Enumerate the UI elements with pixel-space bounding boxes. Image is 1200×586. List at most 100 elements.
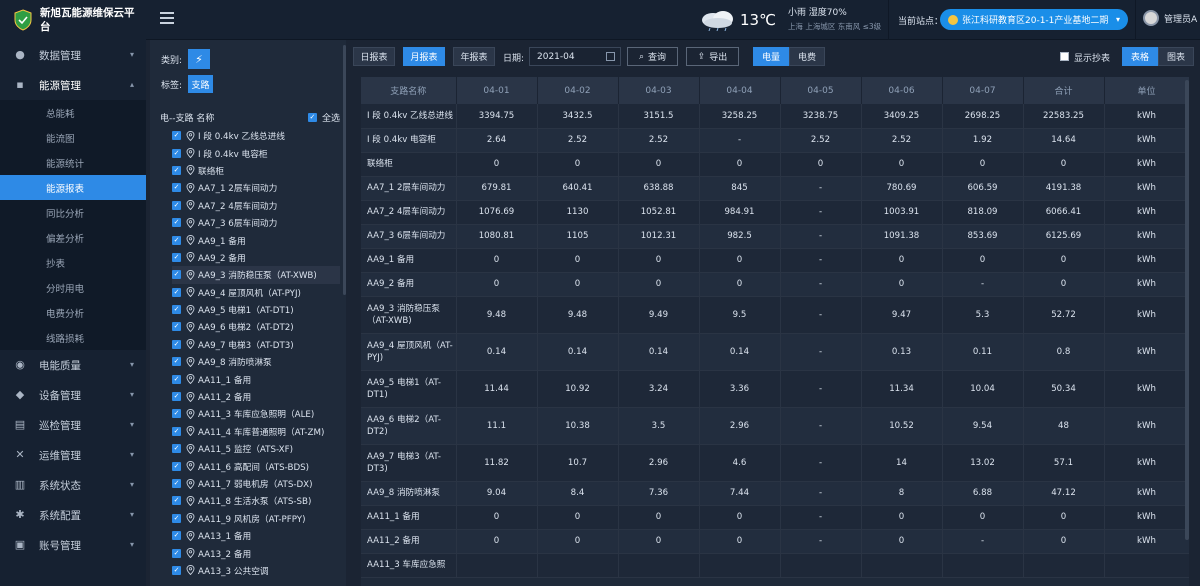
location-pin-icon (186, 252, 195, 263)
electric-type-button[interactable]: ⚡ (188, 49, 211, 69)
sidebar-item-ops[interactable]: ✕ 运维管理 ▾ (0, 440, 146, 470)
checkbox-checked-icon[interactable]: ✓ (172, 548, 181, 558)
value-cell: 0.14 (456, 333, 538, 371)
checkbox-checked-icon[interactable]: ✓ (172, 252, 181, 262)
tree-item[interactable]: ✓ AA9_4 屋顶风机（AT-PYJ) (172, 284, 340, 301)
sidebar-item-energy[interactable]: ▪ 能源管理 ▴ (0, 70, 146, 100)
checkbox-checked-icon[interactable]: ✓ (172, 322, 181, 332)
checkbox-checked-icon[interactable]: ✓ (172, 531, 181, 541)
sidebar-subitem-stats[interactable]: 能源统计 (0, 150, 146, 175)
checkbox-checked-icon[interactable]: ✓ (172, 409, 181, 419)
sidebar-item-status[interactable]: ▥ 系统状态 ▾ (0, 470, 146, 500)
checkbox-checked-icon[interactable]: ✓ (307, 112, 317, 122)
tree-item[interactable]: ✓ AA7_1 2层车间动力 (172, 179, 340, 196)
sidebar-subitem-loss[interactable]: 线路损耗 (0, 325, 146, 350)
checkbox-checked-icon[interactable]: ✓ (172, 287, 181, 297)
checkbox-checked-icon[interactable]: ✓ (172, 148, 181, 158)
checkbox-checked-icon[interactable]: ✓ (172, 392, 181, 402)
sidebar-subitem-yoy[interactable]: 同比分析 (0, 200, 146, 225)
value-cell: 1052.81 (618, 200, 700, 225)
site-select[interactable]: 张江科研教育区20-1-1产业基地二期 ▾ (940, 9, 1128, 30)
tree-item[interactable]: ✓ AA13_1 备用 (172, 527, 340, 544)
sidebar-item-data[interactable]: ● 数据管理 ▾ (0, 40, 146, 70)
show-reading-checkbox[interactable] (1060, 52, 1069, 61)
table-view-tab[interactable]: 表格 (1122, 47, 1158, 66)
tree-item[interactable]: ✓ AA9_8 消防喷淋泵 (172, 353, 340, 370)
tree-item[interactable]: ✓ AA11_4 车库普通照明（AT-ZM) (172, 423, 340, 440)
checkbox-checked-icon[interactable]: ✓ (172, 218, 181, 228)
table-scrollbar[interactable] (1185, 80, 1189, 540)
tree-item[interactable]: ✓ I 段 0.4kv 乙线总进线 (172, 127, 340, 144)
checkbox-checked-icon[interactable]: ✓ (172, 374, 181, 384)
tree-item[interactable]: ✓ AA9_6 电梯2（AT-DT2) (172, 318, 340, 335)
tree-item[interactable]: ✓ AA11_7 弱电机房（ATS-DX) (172, 475, 340, 492)
tree-item[interactable]: ✓ AA9_3 消防稳压泵（AT-XWB) (172, 266, 340, 284)
tree-item[interactable]: ✓ AA9_2 备用 (172, 249, 340, 266)
checkbox-checked-icon[interactable]: ✓ (172, 513, 181, 523)
date-picker[interactable]: 2021-04 (529, 47, 621, 66)
checkbox-checked-icon[interactable]: ✓ (172, 165, 181, 175)
checkbox-checked-icon[interactable]: ✓ (172, 357, 181, 367)
checkbox-checked-icon[interactable]: ✓ (172, 461, 181, 471)
value-cell: 10.04 (942, 370, 1024, 408)
value-cell: - (780, 272, 862, 297)
checkbox-checked-icon[interactable]: ✓ (172, 183, 181, 193)
tree-item[interactable]: ✓ AA7_3 6层车间动力 (172, 214, 340, 231)
sidebar-item-inspection[interactable]: ▤ 巡检管理 ▾ (0, 410, 146, 440)
power-tab[interactable]: 电量 (753, 47, 789, 66)
tag-branch-button[interactable]: 支路 (188, 75, 214, 93)
checkbox-checked-icon[interactable]: ✓ (172, 479, 181, 488)
chart-view-tab[interactable]: 图表 (1158, 47, 1194, 66)
month-report-button[interactable]: 月报表 (403, 47, 445, 66)
tree-item[interactable]: ✓ 联络柜 (172, 162, 340, 179)
tree-item[interactable]: ✓ AA7_2 4层车间动力 (172, 197, 340, 214)
checkbox-checked-icon[interactable]: ✓ (172, 305, 181, 315)
tree-item[interactable]: ✓ AA11_1 备用 (172, 370, 340, 387)
sidebar-subitem-flow[interactable]: 能流图 (0, 125, 146, 150)
sidebar-item-quality[interactable]: ◉ 电能质量 ▾ (0, 350, 146, 380)
tree-item[interactable]: ✓ AA11_5 监控（ATS-XF) (172, 440, 340, 457)
tree-item[interactable]: ✓ AA13_2 备用 (172, 544, 340, 561)
sidebar-subitem-report[interactable]: 能源报表 (0, 175, 146, 200)
export-button[interactable]: ⇪ 导出 (686, 47, 739, 66)
tree-item[interactable]: ✓ AA11_8 生活水泵（ATS-SB) (172, 492, 340, 509)
user-menu[interactable]: 管理员A (1143, 10, 1197, 26)
value-cell: 13.02 (942, 444, 1024, 482)
checkbox-checked-icon[interactable]: ✓ (172, 235, 181, 245)
sidebar-item-device[interactable]: ◆ 设备管理 ▾ (0, 380, 146, 410)
table-row: I 段 0.4kv 电容柜 2.64 2.52 2.52-2.52 2.52 1.92 14… (361, 128, 1189, 153)
checkbox-checked-icon[interactable]: ✓ (172, 565, 181, 575)
query-button[interactable]: ⌕ 查询 (627, 47, 678, 66)
menu-toggle-icon[interactable] (160, 12, 174, 24)
value-cell: 3.5 (618, 407, 700, 445)
sidebar-item-config[interactable]: ✱ 系统配置 ▾ (0, 500, 146, 530)
sidebar-item-account[interactable]: ▣ 账号管理 ▾ (0, 530, 146, 560)
value-cell: 0 (699, 529, 781, 554)
checkbox-checked-icon[interactable]: ✓ (172, 426, 181, 436)
checkbox-checked-icon[interactable]: ✓ (172, 131, 181, 141)
tree-item[interactable]: ✓ AA9_1 备用 (172, 231, 340, 248)
tree-item[interactable]: ✓ AA11_2 备用 (172, 388, 340, 405)
tree-item[interactable]: ✓ AA13_3 公共空调 (172, 562, 340, 579)
checkbox-checked-icon[interactable]: ✓ (172, 339, 181, 349)
sidebar-subitem-deviation[interactable]: 偏差分析 (0, 225, 146, 250)
tree-item[interactable]: ✓ I 段 0.4kv 电容柜 (172, 144, 340, 161)
sidebar-subitem-reading[interactable]: 抄表 (0, 250, 146, 275)
checkbox-checked-icon[interactable]: ✓ (172, 270, 181, 280)
sidebar-subitem-total[interactable]: 总能耗 (0, 100, 146, 125)
year-report-button[interactable]: 年报表 (453, 47, 495, 66)
checkbox-checked-icon[interactable]: ✓ (172, 200, 181, 210)
tree-item[interactable]: ✓ AA9_5 电梯1（AT-DT1) (172, 301, 340, 318)
day-report-button[interactable]: 日报表 (353, 47, 395, 66)
select-all[interactable]: ✓ 全选 (307, 111, 340, 124)
checkbox-checked-icon[interactable]: ✓ (172, 444, 181, 454)
tree-item[interactable]: ✓ AA11_3 车库应急照明（ALE) (172, 405, 340, 422)
tree-item[interactable]: ✓ AA11_6 高配间（ATS-BDS) (172, 457, 340, 474)
tree-item[interactable]: ✓ AA11_9 风机房（AT-PFPY) (172, 510, 340, 527)
sidebar-subitem-fee[interactable]: 电费分析 (0, 300, 146, 325)
tree-scrollbar[interactable] (343, 45, 346, 295)
sidebar-subitem-tou[interactable]: 分时用电 (0, 275, 146, 300)
checkbox-checked-icon[interactable]: ✓ (172, 496, 181, 506)
fee-tab[interactable]: 电费 (789, 47, 825, 66)
tree-item[interactable]: ✓ AA9_7 电梯3（AT-DT3) (172, 336, 340, 353)
